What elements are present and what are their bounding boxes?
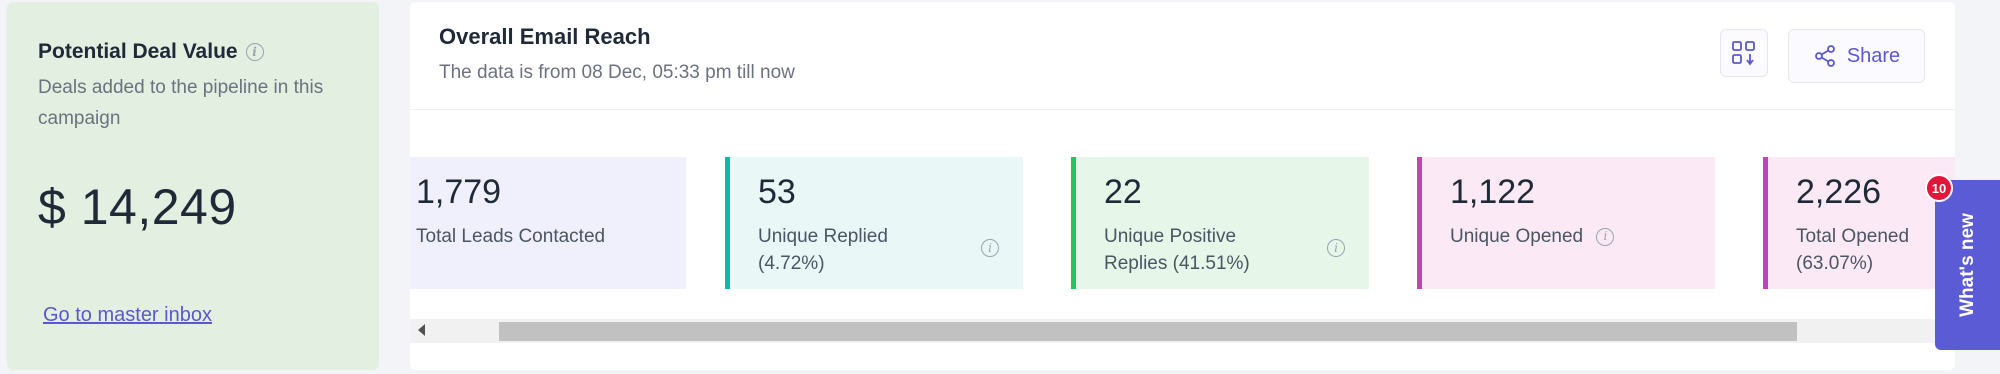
- scrollbar-thumb[interactable]: [499, 322, 1797, 341]
- stat-card-total-leads-contacted: 1,779 Total Leads Contacted: [410, 157, 686, 289]
- panel-subtitle: The data is from 08 Dec, 05:33 pm till n…: [439, 62, 795, 83]
- info-icon[interactable]: i: [1327, 239, 1345, 257]
- stat-card-unique-positive-replies: 22 Unique Positive Replies (41.51%) i: [1071, 157, 1369, 289]
- whats-new-tab[interactable]: What's new: [1935, 180, 2000, 350]
- go-to-master-inbox-link[interactable]: Go to master inbox: [43, 304, 212, 327]
- horizontal-scrollbar[interactable]: [410, 319, 1955, 343]
- share-button[interactable]: Share: [1788, 29, 1925, 83]
- deal-title-row: Potential Deal Value i: [38, 40, 349, 64]
- scroll-left-icon[interactable]: [418, 324, 425, 336]
- stat-card-unique-replied: 53 Unique Replied (4.72%) i: [725, 157, 1023, 289]
- stat-label: Unique Opened i: [1450, 223, 1690, 250]
- info-icon[interactable]: i: [981, 239, 999, 257]
- deal-title: Potential Deal Value: [38, 40, 238, 63]
- panel-header: Overall Email Reach The data is from 08 …: [410, 2, 1955, 110]
- deal-value-card: Potential Deal Value i Deals added to th…: [7, 2, 379, 370]
- stat-value: 1,122: [1450, 173, 1536, 211]
- info-icon[interactable]: i: [1596, 227, 1615, 246]
- stats-scroll-area[interactable]: 1,779 Total Leads Contacted 53 Unique Re…: [410, 157, 1955, 289]
- notification-badge: 10: [1925, 174, 1953, 202]
- share-icon: [1814, 45, 1835, 67]
- stat-label: Total Leads Contacted: [416, 226, 606, 247]
- stat-card-unique-opened: 1,122 Unique Opened i: [1417, 157, 1715, 289]
- panel-title: Overall Email Reach: [439, 24, 651, 49]
- email-reach-panel: Overall Email Reach The data is from 08 …: [410, 2, 1955, 370]
- stat-label: Total Opened (63.07%): [1796, 226, 1910, 274]
- stat-card-total-opened: 2,226 Total Opened (63.07%): [1763, 157, 1955, 289]
- stat-label: Unique Positive Replies (41.51%): [1104, 226, 1250, 274]
- layout-grid-button[interactable]: [1720, 29, 1768, 77]
- stat-value: 1,779: [416, 173, 502, 211]
- grid-icon: [1732, 41, 1755, 66]
- stat-value: 2,226: [1796, 173, 1882, 211]
- share-label: Share: [1846, 44, 1901, 67]
- stat-label: Unique Replied (4.72%): [758, 226, 888, 274]
- deal-subtitle: Deals added to the pipeline in this camp…: [38, 77, 324, 129]
- info-icon[interactable]: i: [245, 43, 264, 61]
- whats-new-label: What's new: [1956, 213, 1978, 317]
- stat-value: 53: [758, 173, 796, 211]
- stat-label-text: Unique Opened: [1450, 226, 1584, 247]
- deal-value: $ 14,249: [38, 179, 237, 235]
- stat-value: 22: [1104, 173, 1142, 211]
